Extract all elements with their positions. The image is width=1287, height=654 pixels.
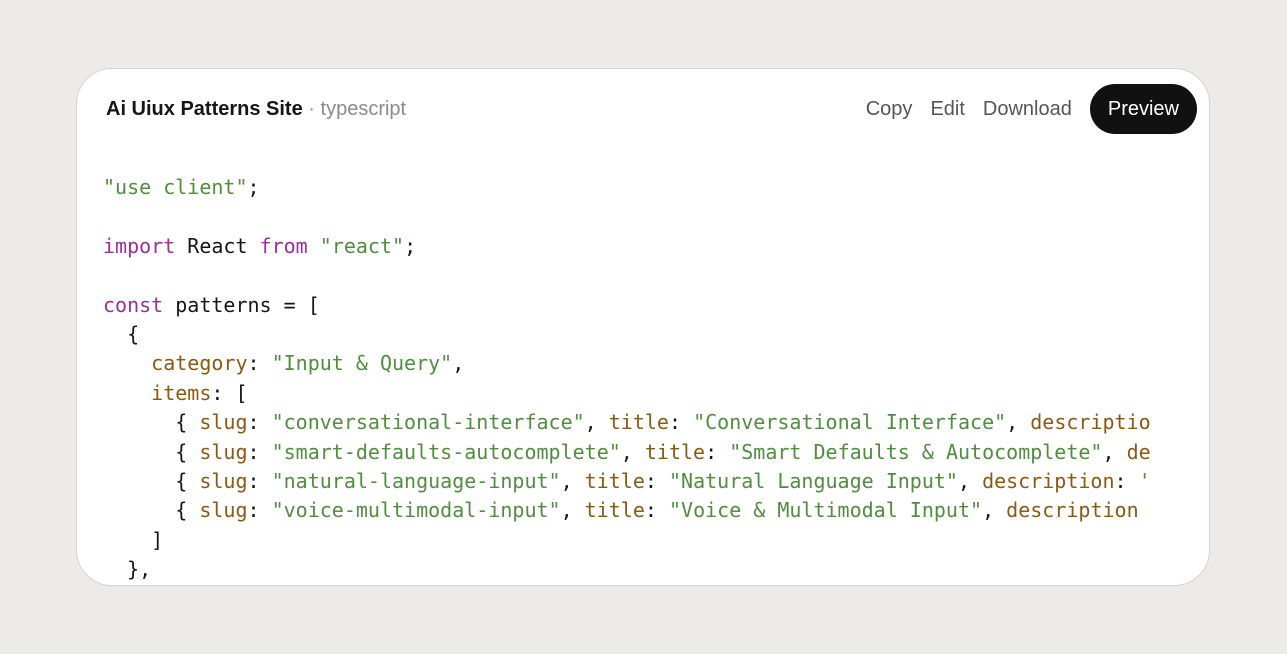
- code-token-plain: :: [247, 351, 272, 376]
- code-card: Ai Uiux Patterns Site · typescript Copy …: [76, 68, 1210, 586]
- code-token-str: "Conversational Interface": [693, 410, 1007, 435]
- code-token-plain: ]: [103, 527, 164, 552]
- code-token-kw: import: [103, 233, 176, 258]
- code-token-plain: : [: [211, 380, 248, 405]
- code-token-plain: ;: [247, 175, 260, 199]
- code-token-str: "Voice & Multimodal Input": [668, 498, 983, 523]
- code-line: items: [: [103, 379, 1193, 408]
- preview-button[interactable]: Preview: [1089, 84, 1197, 134]
- code-line: {: [103, 320, 1193, 349]
- code-token-str: "react": [319, 233, 405, 258]
- code-token-plain: :: [247, 439, 272, 464]
- code-line: { slug: "voice-multimodal-input", title:…: [103, 496, 1193, 525]
- code-line: { slug: "smart-defaults-autocomplete", t…: [103, 438, 1193, 467]
- code-token-plain: {: [103, 410, 200, 435]
- code-token-prop: title: [584, 468, 645, 493]
- code-token-plain: ;: [404, 233, 417, 258]
- code-token-str: "Natural Language Input": [668, 468, 958, 493]
- code-token-plain: ,: [1102, 439, 1127, 464]
- file-title: Ai Uiux Patterns Site · typescript: [106, 97, 406, 121]
- code-token-plain: :: [705, 439, 730, 464]
- code-token-str: "smart-defaults-autocomplete": [271, 439, 621, 464]
- code-token-plain: ,: [620, 439, 645, 464]
- code-token-kw: from: [259, 233, 308, 258]
- code-token-prop: slug: [199, 468, 248, 493]
- code-token-prop: slug: [199, 410, 248, 435]
- code-token-plain: ,: [560, 498, 585, 523]
- code-token-plain: ,: [1006, 410, 1031, 435]
- project-title: Ai Uiux Patterns Site: [106, 98, 303, 120]
- code-line: "use client";: [103, 173, 1193, 202]
- code-token-plain: ,: [584, 410, 609, 435]
- code-line: { slug: "natural-language-input", title:…: [103, 467, 1193, 496]
- code-token-plain: ,: [982, 498, 1007, 523]
- code-token-str: "natural-language-input": [271, 468, 561, 493]
- code-line: const patterns = [: [103, 291, 1193, 320]
- code-token-plain: :: [644, 498, 669, 523]
- code-token-plain: {: [103, 439, 200, 464]
- code-token-plain: {: [103, 498, 200, 523]
- code-token-prop: slug: [199, 498, 248, 523]
- code-token-prop: slug: [199, 439, 248, 464]
- code-token-plain: ,: [560, 468, 585, 493]
- code-token-plain: {: [103, 321, 140, 346]
- action-bar: Copy Edit Download Preview: [866, 84, 1197, 134]
- language-label: typescript: [320, 98, 407, 120]
- code-token-plain: :: [644, 468, 669, 493]
- code-token-plain: :: [668, 410, 694, 435]
- code-token-plain: patterns = [: [163, 292, 320, 317]
- code-editor[interactable]: "use client"; import React from "react";…: [103, 173, 1193, 585]
- code-token-prop: title: [644, 439, 706, 464]
- code-card-header: Ai Uiux Patterns Site · typescript Copy …: [77, 69, 1209, 149]
- code-token-str: "voice-multimodal-input": [271, 498, 561, 523]
- code-line: },: [103, 555, 1193, 584]
- code-token-prop: title: [608, 410, 669, 435]
- title-separator: ·: [308, 98, 315, 120]
- code-token-plain: :: [1114, 468, 1139, 493]
- code-line: { slug: "conversational-interface", titl…: [103, 408, 1193, 437]
- code-line: ]: [103, 526, 1193, 555]
- code-token-prop: description: [982, 468, 1115, 493]
- copy-button[interactable]: Copy: [866, 98, 913, 121]
- code-line: category: "Input & Query",: [103, 349, 1193, 378]
- code-line: import React from "react";: [103, 232, 1193, 261]
- code-token-kw: const: [103, 292, 164, 317]
- code-token-plain: :: [247, 498, 272, 523]
- download-button[interactable]: Download: [983, 98, 1072, 121]
- code-token-plain: ,: [957, 468, 983, 493]
- code-token-prop: category: [151, 351, 248, 376]
- code-token-str: "Smart Defaults & Autocomplete": [729, 439, 1103, 464]
- edit-button[interactable]: Edit: [930, 98, 964, 121]
- code-token-plain: {: [103, 468, 200, 493]
- code-token-prop: de: [1126, 439, 1151, 464]
- code-token-str: "use client": [103, 175, 248, 199]
- code-token-plain: :: [247, 410, 272, 435]
- code-token-prop: descriptio: [1030, 410, 1151, 435]
- code-token-prop: title: [584, 498, 645, 523]
- code-token-str: ': [1138, 468, 1151, 493]
- code-token-prop: description: [1006, 498, 1139, 523]
- code-token-plain: React: [175, 233, 260, 258]
- code-token-str: "Input & Query": [271, 351, 453, 376]
- code-token-prop: items: [151, 380, 212, 405]
- code-token-str: "conversational-interface": [271, 410, 585, 435]
- code-token-plain: ,: [452, 351, 465, 376]
- code-token-plain: :: [247, 468, 272, 493]
- code-token-plain: },: [103, 557, 152, 582]
